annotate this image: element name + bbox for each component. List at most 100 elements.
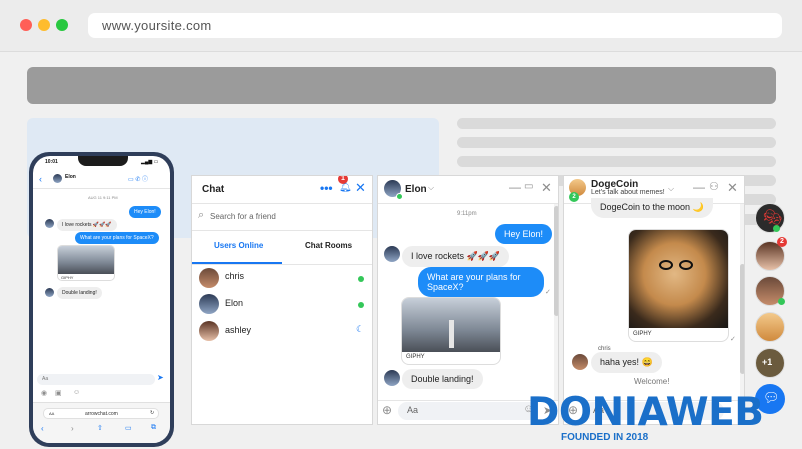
chat-title: Elon bbox=[405, 184, 427, 195]
sidebar-avatar-dogecoin[interactable] bbox=[755, 312, 785, 342]
online-status-dot bbox=[396, 193, 403, 200]
avatar bbox=[572, 354, 588, 370]
friends-panel: Chat ••• 🔔︎ 1 ✕ ⌕ Search for a friend Us… bbox=[191, 175, 373, 425]
phone-notch bbox=[78, 156, 128, 166]
share-icon[interactable]: ⇧ bbox=[97, 424, 103, 432]
minimize-icon[interactable]: — bbox=[693, 180, 705, 194]
phone-call-icon[interactable]: ▭ ✆ ⓘ bbox=[128, 174, 148, 183]
user-name: Elon bbox=[225, 298, 244, 308]
chat-bubble-icon: 💬︎ bbox=[763, 390, 780, 405]
gif-source-label: GIPHY bbox=[406, 354, 425, 360]
chevron-down-icon[interactable]: ⌵ bbox=[428, 183, 434, 193]
close-window-button[interactable] bbox=[20, 19, 32, 31]
signal-icon: ▂▄▆ ▭ bbox=[141, 159, 159, 165]
contact-name: Elon bbox=[65, 174, 76, 180]
online-status-dot bbox=[773, 225, 780, 232]
message-incoming: DogeCoin to the moon 🌙 bbox=[591, 198, 713, 218]
back-icon[interactable]: ‹ bbox=[41, 424, 44, 433]
tab-users-online[interactable]: Users Online bbox=[214, 241, 263, 250]
close-icon[interactable]: ✕ bbox=[541, 180, 552, 196]
phone-screen: 10:01 ▂▄▆ ▭ ‹ Elon ▭ ✆ ⓘ AUG 11 9:11 PM … bbox=[33, 156, 170, 443]
message-outgoing: Hey Elon! bbox=[495, 224, 553, 244]
chatroom-avatar-masks[interactable]: 🎭︎ bbox=[755, 203, 785, 233]
message-outgoing: What are your plans for SpaceX? bbox=[418, 267, 544, 297]
sidebar-more-chats[interactable]: +1 bbox=[755, 348, 785, 378]
theater-masks-icon: 🎭︎ bbox=[763, 209, 783, 226]
text-placeholder-line bbox=[457, 156, 776, 167]
phone-mockup: 10:01 ▂▄▆ ▭ ‹ Elon ▭ ✆ ⓘ AUG 11 9:11 PM … bbox=[29, 152, 174, 447]
forward-icon[interactable]: › bbox=[71, 424, 74, 433]
rocket-shape bbox=[449, 320, 454, 348]
member-count-badge: 2 bbox=[569, 192, 579, 202]
camera-icon[interactable]: ◉ bbox=[41, 389, 47, 397]
more-count: +1 bbox=[762, 357, 773, 367]
close-icon[interactable]: ✕ bbox=[355, 180, 366, 196]
address-bar[interactable]: www.yoursite.com bbox=[88, 13, 782, 38]
send-icon[interactable]: ➤ bbox=[157, 373, 164, 382]
read-receipt-icon: ✓ bbox=[730, 336, 736, 343]
scrollbar-thumb[interactable] bbox=[740, 264, 744, 374]
phone-url: arrowchat.com bbox=[85, 411, 118, 417]
user-row-ashley[interactable]: ashley ☾ bbox=[192, 321, 372, 349]
elon-chat-window: Elon ⌵ — ▭ ✕ 9:11pm Hey Elon! I love roc… bbox=[377, 175, 559, 425]
timestamp: 9:11pm bbox=[457, 211, 477, 217]
browser-chrome: www.yoursite.com bbox=[0, 0, 802, 52]
video-call-icon[interactable]: ▭ bbox=[524, 181, 533, 192]
avatar bbox=[384, 370, 400, 386]
minimize-icon[interactable]: — bbox=[509, 180, 521, 194]
chevron-down-icon[interactable]: ⌵ bbox=[668, 184, 674, 194]
online-status-dot bbox=[778, 298, 785, 305]
phone-message-input[interactable]: Aa bbox=[37, 374, 155, 385]
message-incoming: haha yes! 😄 bbox=[591, 352, 662, 373]
avatar bbox=[45, 288, 54, 297]
close-icon[interactable]: ✕ bbox=[727, 180, 738, 196]
glasses-shape bbox=[679, 260, 693, 270]
image-icon[interactable]: ▣ bbox=[55, 389, 62, 397]
unread-badge: 2 bbox=[777, 237, 787, 247]
gif-attachment[interactable]: GIPHY bbox=[401, 297, 501, 365]
message-incoming: Double landing! bbox=[57, 287, 102, 299]
text-size-button[interactable]: AA bbox=[49, 411, 54, 416]
bookmarks-icon[interactable]: ▭ bbox=[125, 424, 132, 432]
maximize-window-button[interactable] bbox=[56, 19, 68, 31]
minimize-window-button[interactable] bbox=[38, 19, 50, 31]
emoji-icon[interactable]: ☺ bbox=[73, 389, 80, 396]
phone-clock: 10:01 bbox=[45, 159, 58, 165]
friend-search-input[interactable]: Search for a friend bbox=[210, 212, 276, 221]
message-incoming: I love rockets 🚀🚀🚀 bbox=[402, 246, 510, 267]
search-icon: ⌕ bbox=[198, 209, 205, 221]
more-options-icon[interactable]: ••• bbox=[320, 181, 333, 195]
gif-attachment[interactable]: GIPHY bbox=[57, 245, 115, 281]
user-row-chris[interactable]: chris bbox=[192, 265, 372, 293]
scrollbar[interactable] bbox=[554, 204, 558, 400]
add-attachment-icon[interactable]: ⊕ bbox=[382, 403, 392, 417]
scrollbar[interactable] bbox=[740, 204, 744, 400]
hero-placeholder bbox=[27, 67, 776, 104]
tab-chat-rooms[interactable]: Chat Rooms bbox=[305, 241, 352, 250]
add-user-icon[interactable]: ⚇ bbox=[709, 180, 719, 193]
divider bbox=[33, 188, 170, 189]
friends-panel-title: Chat bbox=[202, 184, 225, 195]
user-row-elon[interactable]: Elon bbox=[192, 293, 372, 321]
back-chevron-icon[interactable]: ‹ bbox=[39, 174, 42, 184]
user-name: ashley bbox=[225, 325, 252, 335]
rocket-landing-image bbox=[58, 246, 114, 274]
avatar bbox=[384, 246, 400, 262]
reload-icon[interactable]: ↻ bbox=[150, 410, 154, 416]
message-outgoing: What are your plans for SpaceX? bbox=[75, 232, 159, 244]
message-incoming: I love rockets 🚀🚀🚀 bbox=[57, 219, 117, 231]
gif-attachment[interactable]: GIPHY bbox=[628, 229, 729, 342]
text-placeholder-line bbox=[457, 137, 776, 148]
avatar bbox=[45, 219, 54, 228]
scrollbar-thumb[interactable] bbox=[554, 206, 558, 316]
tabs-icon[interactable]: ⧉ bbox=[151, 424, 156, 432]
phone-browser-bar: AA arrowchat.com ↻ ‹ › ⇧ ▭ ⧉ bbox=[33, 402, 170, 443]
message-input[interactable]: Aa ☺ bbox=[398, 402, 538, 420]
divider bbox=[192, 203, 372, 204]
phone-address-bar[interactable]: AA arrowchat.com ↻ bbox=[43, 408, 159, 419]
timestamp: AUG 11 9:11 PM bbox=[88, 195, 118, 200]
message-incoming: Double landing! bbox=[402, 369, 483, 389]
browser-window: www.yoursite.com Chat ••• 🔔︎ 1 ✕ ⌕ Searc… bbox=[0, 0, 802, 449]
doge-image bbox=[629, 230, 728, 328]
message-outgoing: Hey Elon! bbox=[129, 206, 161, 218]
